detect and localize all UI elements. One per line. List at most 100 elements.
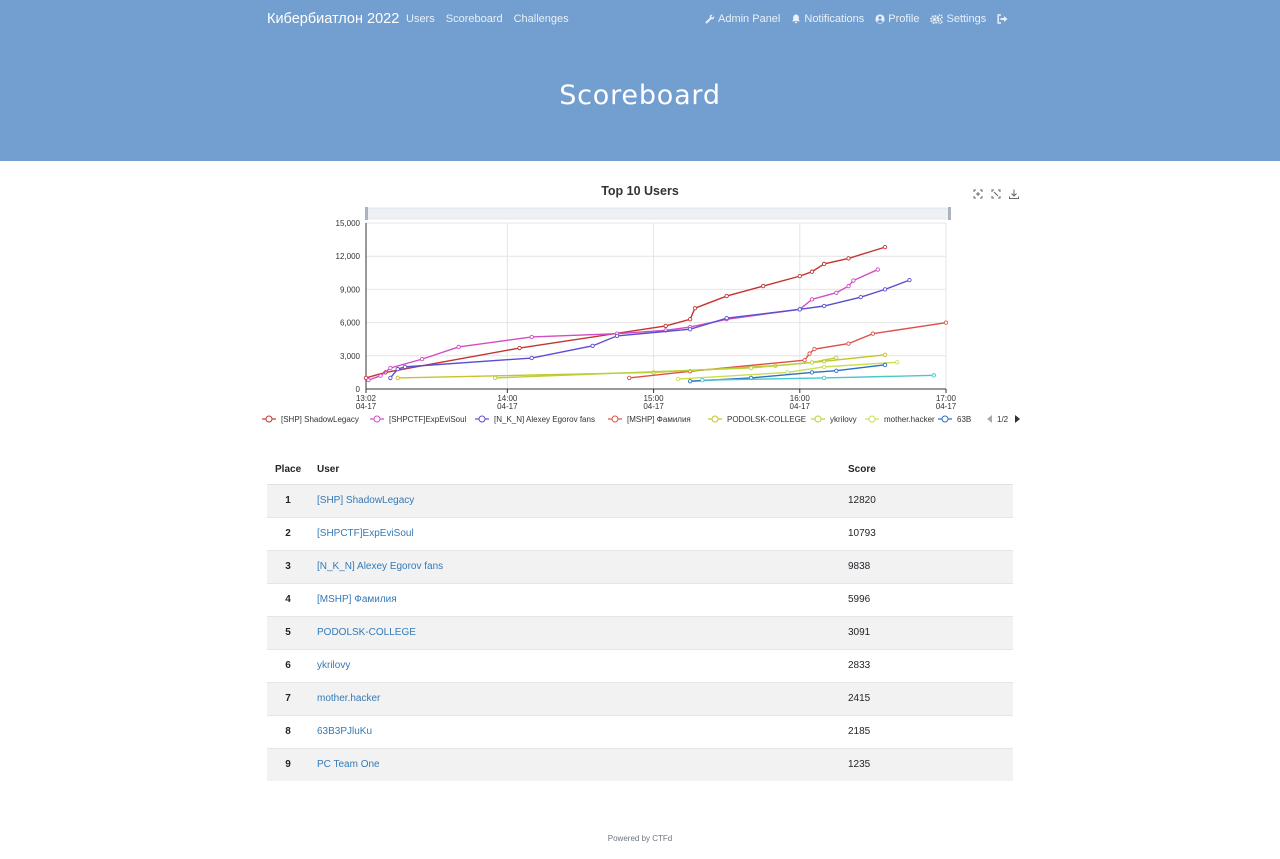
legend-item[interactable]: PODOLSK-COLLEGE	[727, 415, 806, 424]
user-link[interactable]: [N_K_N] Alexey Egorov fans	[317, 561, 443, 572]
chart-toolbox	[972, 187, 1020, 199]
table-row: 8 63B3PJluKu 2185	[267, 714, 1013, 748]
series-point	[748, 365, 754, 371]
legend-page-label: 1/2	[997, 415, 1009, 424]
legend-prev-icon[interactable]	[987, 415, 992, 423]
user-link[interactable]: [SHP] ShadowLegacy	[317, 495, 414, 506]
legend-item[interactable]: mother.hacker	[884, 415, 935, 424]
series-point	[675, 376, 681, 382]
user-link[interactable]: PODOLSK-COLLEGE	[317, 627, 416, 638]
series-point	[822, 364, 827, 370]
legend-item[interactable]: [SHP] ShadowLegacy	[281, 415, 359, 424]
chart-title: Top 10 Users	[601, 184, 679, 198]
row-place: 7	[267, 681, 317, 715]
nav-logout[interactable]	[997, 14, 1008, 24]
legend-item[interactable]: 63B	[957, 415, 971, 424]
series-point	[812, 347, 817, 352]
legend-item[interactable]: [N_K_N] Alexey Egorov fans	[494, 415, 595, 424]
user-link[interactable]: ykrilovy	[317, 660, 350, 671]
legend-item[interactable]: [SHPCTF]ExpEviSoul	[389, 415, 467, 424]
table-row: 6 ykrilovy 2833	[267, 648, 1013, 682]
row-user: ykrilovy	[317, 648, 848, 682]
legend-marker	[265, 415, 273, 423]
series-point	[834, 355, 839, 360]
zoom-reset-icon[interactable]	[990, 187, 1002, 199]
series-point	[724, 293, 729, 299]
series-point	[395, 366, 400, 372]
nav-settings-label: Settings	[946, 13, 987, 25]
series-point	[882, 352, 888, 357]
row-score: 12820	[848, 483, 1013, 517]
series-point	[846, 341, 851, 346]
nav-admin-panel[interactable]: Admin Panel	[705, 13, 780, 25]
table-header-row: Place User Score	[267, 455, 1013, 485]
nav-profile-label: Profile	[888, 13, 920, 25]
nav-profile[interactable]: Profile	[875, 13, 919, 25]
series-point	[807, 351, 812, 356]
series-point	[895, 360, 900, 365]
series-point	[870, 331, 876, 336]
legend-next-icon[interactable]	[1015, 415, 1020, 423]
user-link[interactable]: [MSHP] Фамилия	[317, 594, 397, 605]
user-link[interactable]: [SHPCTF]ExpEviSoul	[317, 528, 414, 539]
series-point	[663, 323, 668, 329]
row-user: [SHP] ShadowLegacy	[317, 483, 848, 517]
zoom-slider-handle-left	[365, 207, 368, 220]
row-place: 4	[267, 582, 317, 616]
user-link[interactable]: PC Team One	[317, 759, 380, 770]
legend-item[interactable]: [MSHP] Фамилия	[627, 415, 691, 424]
wrench-icon	[705, 14, 715, 24]
nav-notifications[interactable]: Notifications	[791, 13, 864, 25]
legend-marker	[814, 415, 822, 423]
nav-challenges[interactable]: Challenges	[514, 13, 569, 25]
series-point	[517, 345, 522, 351]
row-score: 3091	[848, 615, 1013, 649]
nav-settings[interactable]: Settings	[930, 13, 986, 25]
legend-item[interactable]: ykrilovy	[830, 415, 857, 424]
row-score: 2185	[848, 714, 1013, 748]
header-place: Place	[267, 455, 317, 485]
legend-marker	[611, 415, 619, 423]
series-point	[822, 261, 827, 267]
x-tick-label: 16:00 04-17	[790, 394, 811, 411]
y-tick-label: 15,000	[336, 219, 361, 228]
series-point	[388, 375, 393, 381]
zoom-slider-handle-right	[948, 207, 951, 220]
table-row: 2 [SHPCTF]ExpEviSoul 10793	[267, 516, 1013, 550]
nav-users[interactable]: Users	[406, 13, 435, 25]
user-link[interactable]: 63B3PJluKu	[317, 726, 372, 737]
series-point	[834, 368, 839, 373]
download-icon[interactable]	[1008, 187, 1020, 199]
sign-out-icon	[997, 14, 1008, 24]
table-row: 5 PODOLSK-COLLEGE 3091	[267, 615, 1013, 649]
series-point	[809, 269, 815, 274]
zoom-icon[interactable]	[972, 187, 984, 199]
page-title: Scoreboard	[559, 80, 721, 111]
nav-notifications-label: Notifications	[804, 13, 865, 25]
bell-icon	[792, 14, 801, 24]
series-point	[388, 365, 393, 371]
nav-scoreboard[interactable]: Scoreboard	[446, 13, 503, 25]
legend-marker	[373, 415, 381, 423]
brand-link[interactable]: Кибербиатлон 2022	[267, 11, 399, 27]
legend-marker	[868, 415, 876, 423]
legend-marker	[711, 415, 719, 423]
series-point	[614, 333, 620, 339]
series-point	[687, 327, 693, 332]
user-link[interactable]: mother.hacker	[317, 693, 380, 704]
series-point	[366, 377, 371, 383]
series-point	[627, 375, 632, 381]
user-circle-icon	[875, 14, 885, 24]
series-point	[529, 355, 534, 361]
row-score: 5996	[848, 582, 1013, 616]
row-user: [SHPCTF]ExpEviSoul	[317, 516, 848, 550]
nav-admin-panel-label: Admin Panel	[718, 13, 781, 25]
series-point	[809, 297, 815, 302]
nav-right: Admin Panel Notifications Profile Settin…	[705, 13, 1008, 25]
series-point	[943, 320, 949, 325]
series-point	[761, 283, 766, 289]
row-user: [N_K_N] Alexey Egorov fans	[317, 549, 848, 583]
series-point	[851, 278, 856, 283]
footer-ctfd-link[interactable]: Powered by CTFd	[608, 834, 672, 843]
y-tick-label: 0	[356, 385, 361, 394]
